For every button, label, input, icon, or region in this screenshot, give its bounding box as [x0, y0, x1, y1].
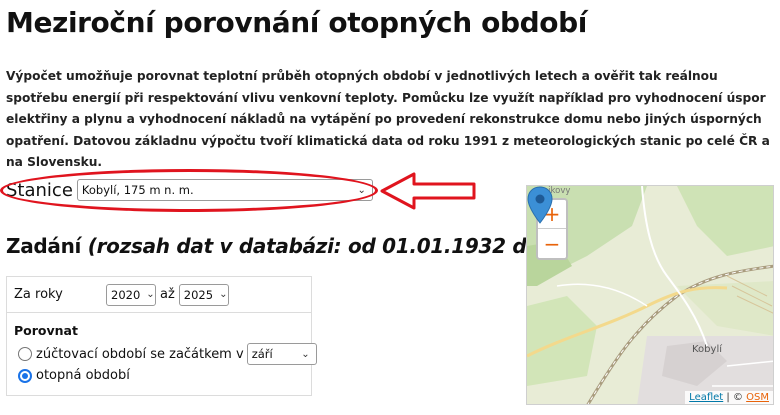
map[interactable]: Čejkovy + − Kobylí Leaflet | © OSM: [526, 185, 774, 405]
stanice-select[interactable]: Kobylí, 175 m n. m. ⌄: [76, 179, 373, 201]
stanice-row: Stanice Kobylí, 175 m n. m. ⌄: [6, 178, 373, 202]
zoom-out-button[interactable]: −: [538, 229, 566, 258]
option-otopna-obdobi[interactable]: otopná období: [18, 368, 130, 383]
year-from-value: 2020: [111, 287, 141, 302]
chevron-down-icon: ⌄: [219, 289, 228, 300]
year-to-select[interactable]: 2025 ⌄: [178, 283, 229, 306]
attribution-separator: | ©: [723, 392, 747, 403]
porovnat-label: Porovnat: [14, 323, 78, 338]
option-zuctovaci-obdobi[interactable]: zúčtovací období se začátkem v září ⌄: [18, 343, 317, 365]
month-select[interactable]: září ⌄: [246, 343, 317, 365]
chevron-down-icon: ⌄: [146, 289, 155, 300]
arrow-left-icon: [380, 172, 476, 210]
osm-link[interactable]: OSM: [746, 392, 769, 403]
years-row: Za roky 2020 ⌄ až 2025 ⌄: [7, 277, 311, 313]
year-to-value: 2025: [183, 287, 214, 302]
year-from-select[interactable]: 2020 ⌄: [106, 283, 156, 306]
option1-label: zúčtovací období se začátkem v: [36, 346, 244, 362]
leaflet-link[interactable]: Leaflet: [689, 392, 723, 403]
radio-otopna-obdobi[interactable]: [18, 368, 32, 383]
map-marker-icon[interactable]: [527, 186, 553, 224]
form-panel: Za roky 2020 ⌄ až 2025 ⌄ Porovnat zúčtov…: [6, 276, 317, 396]
chevron-down-icon: ⌄: [301, 348, 310, 360]
page-title: Meziroční porovnání otopných období: [6, 6, 587, 39]
map-attribution: Leaflet | © OSM: [685, 391, 773, 404]
zadani-label: Zadání: [6, 234, 82, 258]
option2-label: otopná období: [36, 368, 130, 383]
month-value: září: [251, 347, 273, 361]
radio-zuctovaci-obdobi[interactable]: [18, 347, 32, 361]
az-label: až: [160, 287, 175, 302]
map-label-kobyli: Kobylí: [692, 344, 722, 355]
stanice-selected-value: Kobylí, 175 m n. m.: [81, 183, 194, 197]
intro-text: Výpočet umožňuje porovnat teplotní průbě…: [6, 69, 770, 169]
stanice-label: Stanice: [6, 179, 73, 201]
za-roky-label: Za roky: [14, 287, 63, 302]
chevron-down-icon: ⌄: [357, 184, 366, 196]
